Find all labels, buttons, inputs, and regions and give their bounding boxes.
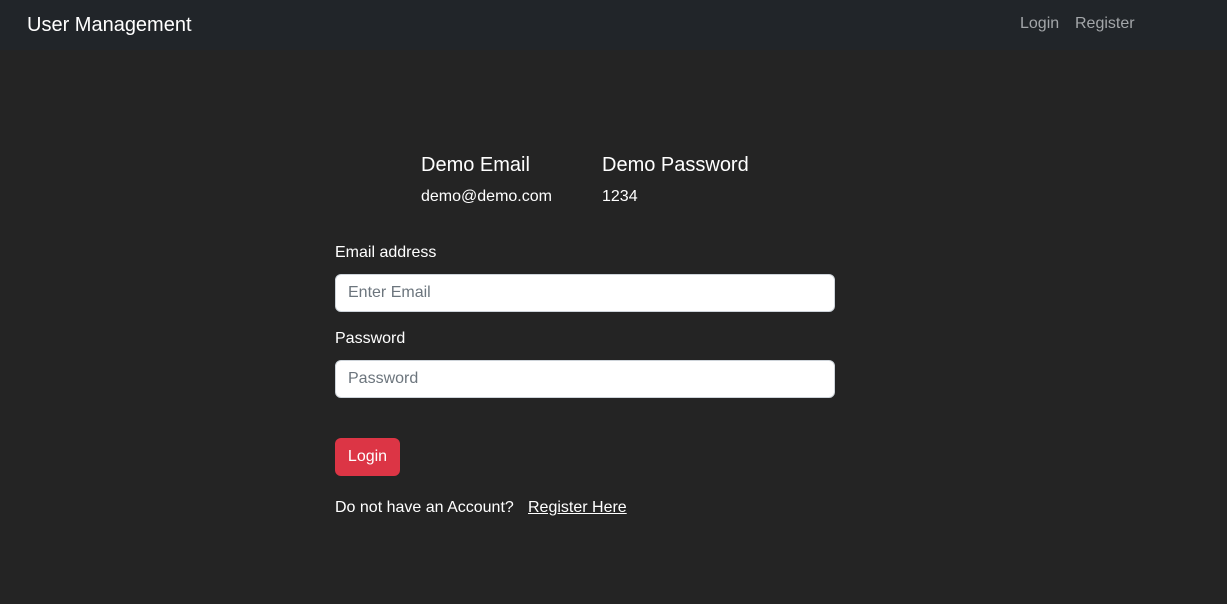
demo-password-heading: Demo Password [602,154,749,176]
brand-link[interactable]: User Management [27,12,192,38]
demo-email-value: demo@demo.com [421,188,552,205]
demo-password-value: 1234 [602,188,638,205]
navbar: User Management Login Register [0,0,1227,50]
login-button[interactable]: Login [335,438,400,476]
password-label: Password [335,330,406,347]
register-prompt: Do not have an Account? [335,499,514,516]
email-label: Email address [335,244,437,261]
password-field[interactable] [335,360,835,398]
nav-login-link[interactable]: Login [1020,14,1059,34]
email-field[interactable] [335,274,835,312]
register-here-link[interactable]: Register Here [528,498,627,518]
demo-email-heading: Demo Email [421,154,530,176]
nav-register-link[interactable]: Register [1075,14,1135,34]
